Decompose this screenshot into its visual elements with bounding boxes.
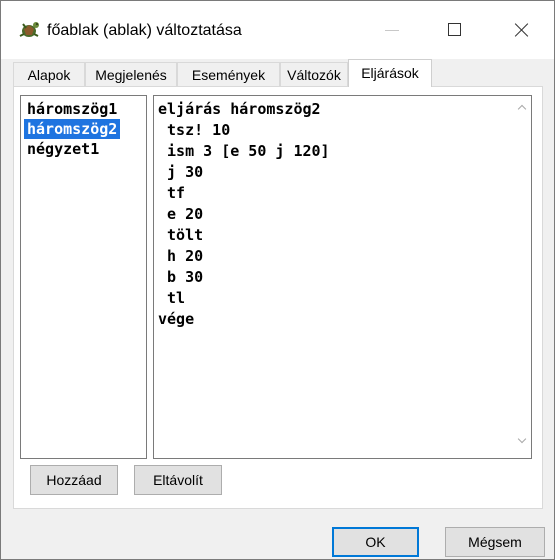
code-editor[interactable]: eljárás háromszög2 tsz! 10 ism 3 [e 50 j… (153, 95, 532, 459)
code-line: eljárás háromszög2 (158, 100, 321, 118)
code-line: tf (158, 184, 186, 202)
tab-esemenyek[interactable]: Események (177, 62, 280, 86)
tab-megjelenes[interactable]: Megjelenés (85, 62, 177, 86)
code-line: h 20 (158, 247, 204, 265)
tab-eljarasok[interactable]: Eljárások (348, 59, 432, 87)
title-bar[interactable]: főablak (ablak) változtatása (1, 1, 554, 59)
tab-alapok[interactable]: Alapok (13, 62, 85, 86)
maximize-button[interactable] (438, 15, 472, 45)
code-line: b 30 (158, 268, 204, 286)
code-line: tölt (158, 226, 204, 244)
close-button[interactable] (505, 15, 539, 45)
vertical-scrollbar[interactable] (513, 96, 531, 458)
window-title: főablak (ablak) változtatása (47, 22, 242, 39)
list-item-selected[interactable]: háromszög2 (24, 119, 121, 139)
code-line: tl (158, 289, 186, 307)
tab-strip: Alapok Megjelenés Események Változók Elj… (13, 59, 543, 87)
remove-button[interactable]: Eltávolít (134, 465, 222, 495)
list-item[interactable]: háromszög1 (24, 99, 120, 119)
code-line: e 20 (158, 205, 204, 223)
procedure-list[interactable]: háromszög1 háromszög2 négyzet1 (20, 95, 147, 459)
list-item[interactable]: négyzet1 (24, 139, 102, 159)
scroll-up-icon[interactable] (518, 104, 526, 112)
code-line: vége (158, 310, 195, 328)
code-line: j 30 (158, 163, 204, 181)
ok-button[interactable]: OK (332, 527, 419, 557)
add-button[interactable]: Hozzáad (30, 465, 118, 495)
code-line: ism 3 [e 50 j 120] (158, 142, 330, 160)
cancel-button[interactable]: Mégsem (445, 527, 545, 557)
dialog-window: főablak (ablak) változtatása Alapok Megj… (0, 0, 555, 560)
code-line: tsz! 10 (158, 121, 231, 139)
scroll-down-icon[interactable] (518, 436, 526, 444)
minimize-button[interactable] (375, 15, 409, 45)
tab-valtozok[interactable]: Változók (280, 62, 348, 86)
turtle-logo-icon (17, 19, 41, 41)
